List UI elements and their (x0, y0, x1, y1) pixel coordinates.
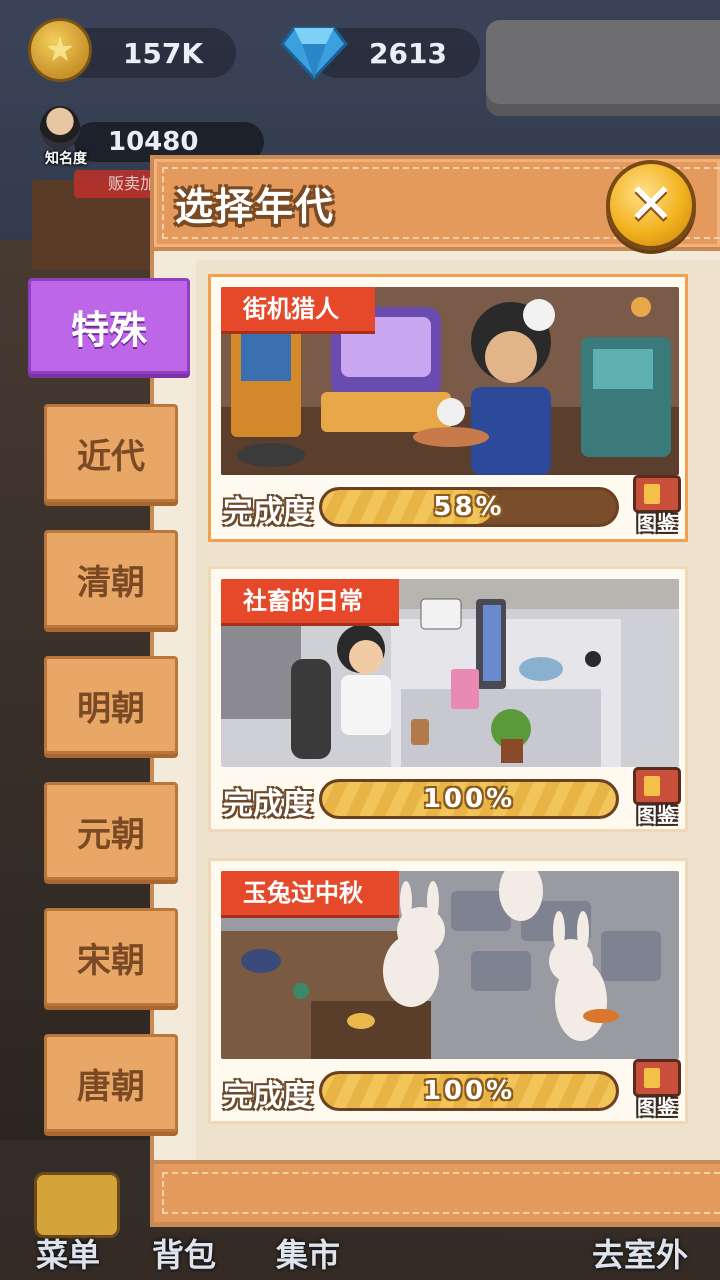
nav-go-outdoors[interactable]: 去室外 (592, 1230, 688, 1276)
card-illustration: 社畜的日常 (221, 579, 679, 767)
tab-ming-dynasty[interactable]: 明朝 (44, 656, 178, 754)
card-illustration: 街机猎人 (221, 287, 679, 475)
progress-label: 完成度 (223, 1079, 313, 1114)
card-title-tag: 社畜的日常 (221, 579, 399, 623)
tab-yuan-dynasty[interactable]: 元朝 (44, 782, 178, 880)
coin-icon: ★ (28, 18, 92, 82)
gallery-label: 图鉴 (637, 1095, 677, 1119)
card-illustration: 玉兔过中秋 (221, 871, 679, 1059)
progress-bar: 100% (319, 779, 619, 819)
menu-book-icon (34, 1172, 120, 1238)
tab-modern[interactable]: 近代 (44, 404, 178, 502)
tab-qing-dynasty[interactable]: 清朝 (44, 530, 178, 628)
progress-bar: 58% (319, 487, 619, 527)
modal-title: 选择年代 (175, 185, 336, 229)
progress-label: 完成度 (223, 787, 313, 822)
progress-text: 58% (433, 492, 505, 522)
progress-label: 完成度 (223, 495, 313, 530)
nav-backpack[interactable]: 背包 (152, 1230, 216, 1276)
background-air-conditioner (486, 20, 720, 116)
tab-tang-dynasty[interactable]: 唐朝 (44, 1034, 178, 1132)
progress-text: 100% (422, 1076, 516, 1106)
era-card-arcade-hunter[interactable]: 街机猎人 完成度 58% 图鉴 (208, 274, 688, 542)
gallery-label: 图鉴 (637, 803, 677, 827)
close-button[interactable]: ✕ (606, 160, 696, 250)
gallery-button[interactable]: 图鉴 (629, 767, 685, 829)
gallery-button[interactable]: 图鉴 (629, 475, 685, 537)
progress-text: 100% (422, 784, 516, 814)
gem-icon (280, 26, 348, 80)
gallery-button[interactable]: 图鉴 (629, 1059, 685, 1121)
era-card-office-worker[interactable]: 社畜的日常 完成度 100% 图鉴 (208, 566, 688, 832)
gallery-label: 图鉴 (637, 511, 677, 535)
close-icon: ✕ (627, 172, 675, 237)
nav-menu[interactable]: 菜单 (36, 1230, 100, 1276)
nav-market[interactable]: 集市 (276, 1230, 340, 1276)
fame-label: 知名度 (45, 151, 87, 167)
tab-special[interactable]: 特殊 (28, 278, 190, 374)
era-card-mid-autumn-rabbit[interactable]: 玉兔过中秋 完成度 100% 图鉴 (208, 858, 688, 1124)
avatar (40, 106, 80, 150)
card-title-tag: 玉兔过中秋 (221, 871, 399, 915)
tab-song-dynasty[interactable]: 宋朝 (44, 908, 178, 1006)
modal-footer (150, 1160, 720, 1226)
card-title-tag: 街机猎人 (221, 287, 375, 331)
progress-bar: 100% (319, 1071, 619, 1111)
